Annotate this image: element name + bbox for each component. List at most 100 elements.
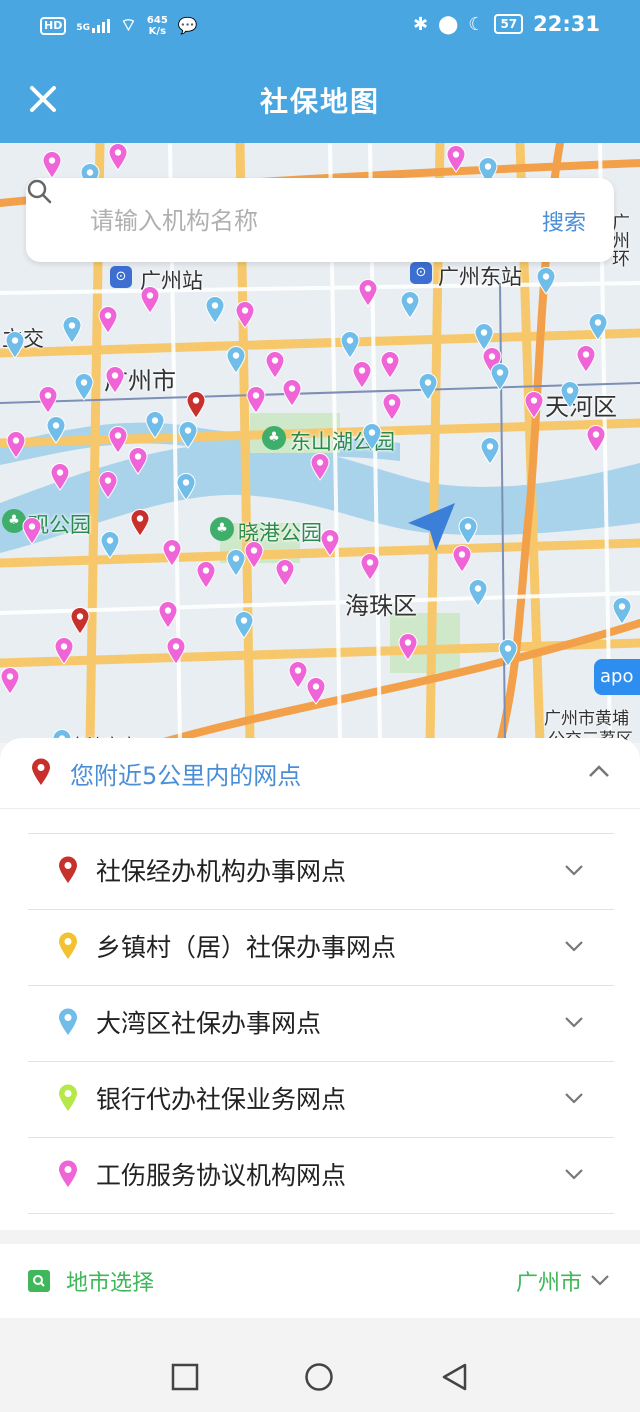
map-marker-icon[interactable]	[186, 391, 206, 419]
map-marker-icon[interactable]	[205, 296, 225, 324]
map-marker-icon[interactable]	[446, 145, 466, 173]
map-marker-icon[interactable]	[400, 291, 420, 319]
outlets-panel: 您附近5公里内的网点 社保经办机构办事网点乡镇村（居）社保办事网点大湾区社保办事…	[0, 738, 640, 1230]
search-button[interactable]: 搜索	[542, 205, 586, 237]
map-marker-icon[interactable]	[352, 361, 372, 389]
map-marker-icon[interactable]	[54, 637, 74, 665]
moon-icon: ☾	[468, 13, 485, 35]
map-marker-icon[interactable]	[452, 545, 472, 573]
map-marker-icon[interactable]	[62, 316, 82, 344]
map-marker-icon[interactable]	[244, 541, 264, 569]
category-label: 乡镇村（居）社保办事网点	[96, 933, 397, 962]
map-marker-icon[interactable]	[108, 143, 128, 171]
signal-icon: 5G	[76, 18, 110, 33]
map-marker-icon[interactable]	[360, 553, 380, 581]
map-pin-icon	[32, 758, 50, 785]
back-button[interactable]	[440, 1362, 470, 1392]
map-marker-icon[interactable]	[340, 331, 360, 359]
chevron-up-icon	[589, 765, 609, 777]
search-bar: 搜索	[26, 178, 614, 262]
map-marker-icon[interactable]	[320, 529, 340, 557]
map-label-tianhe: 天河区	[545, 393, 617, 421]
map-marker-icon[interactable]	[458, 517, 478, 545]
map-marker-icon[interactable]	[480, 437, 500, 465]
map-marker-icon[interactable]	[98, 306, 118, 334]
search-input[interactable]	[88, 200, 512, 242]
category-item[interactable]: 乡镇村（居）社保办事网点	[28, 910, 614, 986]
map-marker-icon[interactable]	[265, 351, 285, 379]
map-marker-icon[interactable]	[498, 639, 518, 667]
map-marker-icon[interactable]	[176, 473, 196, 501]
category-item[interactable]: 工伤服务协议机构网点	[28, 1138, 614, 1214]
map-marker-icon[interactable]	[22, 517, 42, 545]
map-marker-icon[interactable]	[6, 431, 26, 459]
map-marker-icon[interactable]	[588, 313, 608, 341]
home-button[interactable]	[304, 1362, 334, 1392]
map-marker-icon[interactable]	[380, 351, 400, 379]
map-marker-icon[interactable]	[108, 426, 128, 454]
map-marker-icon[interactable]	[166, 637, 186, 665]
map-marker-icon[interactable]	[358, 279, 378, 307]
recent-apps-button[interactable]	[170, 1362, 200, 1392]
net-speed: 645 K/s	[146, 14, 168, 37]
map-marker-icon[interactable]	[100, 531, 120, 559]
map-marker-icon[interactable]	[235, 301, 255, 329]
category-label: 工伤服务协议机构网点	[96, 1161, 347, 1190]
map-marker-icon[interactable]	[382, 393, 402, 421]
map-marker-icon[interactable]	[178, 421, 198, 449]
map-marker-icon[interactable]	[310, 453, 330, 481]
map-marker-icon[interactable]	[42, 151, 62, 179]
map-marker-icon[interactable]	[418, 373, 438, 401]
category-label: 银行代办社保业务网点	[96, 1085, 347, 1114]
category-item[interactable]: 大湾区社保办事网点	[28, 986, 614, 1062]
map-marker-icon[interactable]	[0, 667, 20, 695]
map-marker-icon[interactable]	[362, 423, 382, 451]
map-marker-icon[interactable]	[74, 373, 94, 401]
map-view[interactable]: ⊙ 广州站 ⊙ 广州东站 立交 广州市 天河区 ♣ 东山湖公园 ♣ 晓港公园 ♣…	[0, 143, 640, 743]
map-marker-icon[interactable]	[158, 601, 178, 629]
metro-icon: ⊙	[110, 266, 132, 288]
map-marker-icon[interactable]	[524, 391, 544, 419]
city-selector[interactable]: 地市选择 广州市	[0, 1244, 640, 1318]
map-marker-icon[interactable]	[46, 416, 66, 444]
map-marker-icon[interactable]	[586, 425, 606, 453]
map-label-haizhu: 海珠区	[345, 592, 417, 620]
map-marker-icon[interactable]	[128, 447, 148, 475]
map-marker-icon[interactable]	[140, 286, 160, 314]
map-marker-icon[interactable]	[70, 607, 90, 635]
map-marker-icon[interactable]	[275, 559, 295, 587]
map-marker-icon[interactable]	[234, 611, 254, 639]
map-marker-icon[interactable]	[468, 579, 488, 607]
map-marker-icon[interactable]	[612, 597, 632, 625]
map-marker-icon[interactable]	[576, 345, 596, 373]
category-item[interactable]: 银行代办社保业务网点	[28, 1062, 614, 1138]
map-marker-icon[interactable]	[145, 411, 165, 439]
map-marker-icon[interactable]	[282, 379, 302, 407]
city-select-value: 广州市	[515, 1271, 582, 1296]
map-marker-icon[interactable]	[38, 386, 58, 414]
map-marker-icon[interactable]	[306, 677, 326, 705]
map-marker-icon[interactable]	[398, 633, 418, 661]
category-item[interactable]: 社保经办机构办事网点	[28, 833, 614, 910]
map-marker-icon[interactable]	[288, 661, 308, 689]
map-marker-icon[interactable]	[560, 381, 580, 409]
map-marker-icon[interactable]	[536, 267, 556, 295]
map-marker-icon[interactable]	[50, 463, 70, 491]
battery-indicator: 57	[494, 14, 524, 34]
map-pin-icon	[59, 1084, 77, 1111]
chevron-down-icon	[565, 941, 583, 952]
map-marker-icon[interactable]	[196, 561, 216, 589]
nearby-toggle[interactable]: 您附近5公里内的网点	[0, 738, 640, 809]
map-marker-icon[interactable]	[226, 346, 246, 374]
city-select-label: 地市选择	[66, 1271, 155, 1296]
map-marker-icon[interactable]	[246, 386, 266, 414]
map-marker-icon[interactable]	[5, 331, 25, 359]
map-marker-icon[interactable]	[130, 509, 150, 537]
map-marker-icon[interactable]	[490, 363, 510, 391]
map-marker-icon[interactable]	[226, 549, 246, 577]
clock: 22:31	[533, 12, 600, 36]
map-marker-icon[interactable]	[98, 471, 118, 499]
map-marker-icon[interactable]	[162, 539, 182, 567]
chevron-down-icon	[591, 1275, 609, 1286]
map-marker-icon[interactable]	[105, 366, 125, 394]
